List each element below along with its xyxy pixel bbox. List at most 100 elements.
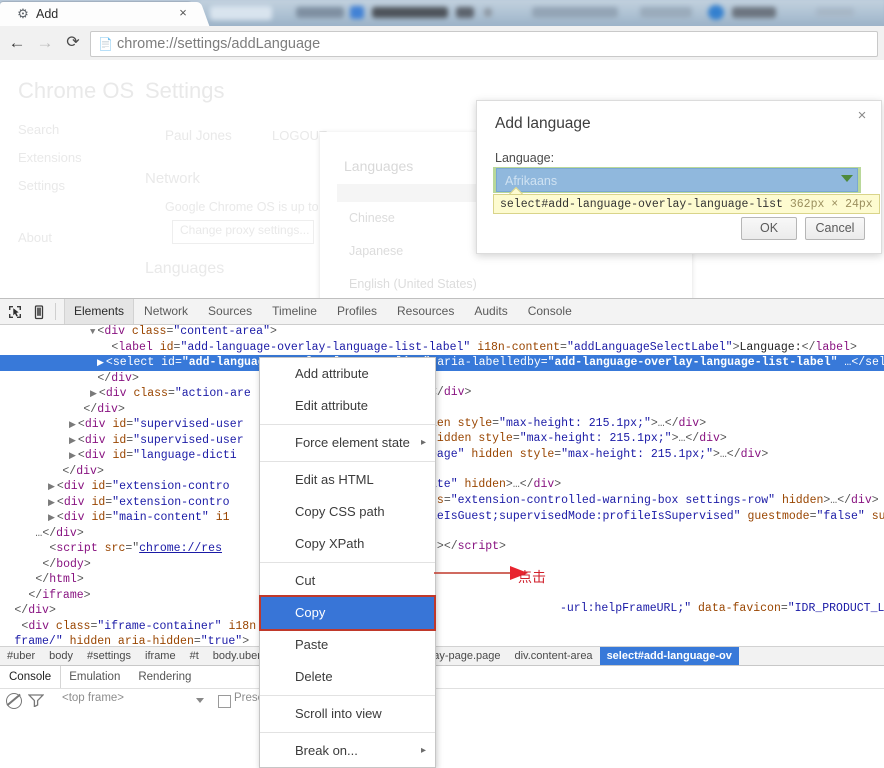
dom-row-fragment[interactable]: ate" hidden>…</div>	[430, 477, 884, 493]
dom-row-fragment[interactable]: page" hidden style="max-height: 215.1px;…	[430, 447, 884, 463]
dom-row-fragment[interactable]: -url:helpFrameURL;" data-favicon="IDR_PR…	[560, 601, 884, 617]
menu-item-force-element-state[interactable]: Force element state ▸	[260, 427, 435, 459]
drawer-tab-emulation[interactable]: Emulation	[60, 666, 129, 688]
dom-row-fragment[interactable]: "></script>	[430, 539, 884, 555]
menu-item-label: Force element state	[295, 435, 410, 450]
menu-item-delete[interactable]: Delete	[260, 661, 435, 693]
back-icon[interactable]: ←	[6, 32, 28, 54]
dom-row[interactable]: frame/" hidden aria-hidden="true">	[0, 634, 884, 646]
clear-console-icon[interactable]	[6, 693, 22, 709]
menu-item-label: Copy CSS path	[295, 504, 385, 519]
disclosure-triangle-icon[interactable]: ▶	[69, 451, 76, 461]
drawer-tab-console[interactable]: Console	[0, 666, 61, 688]
menu-item-paste[interactable]: Paste	[260, 629, 435, 661]
menu-item-edit-as-html[interactable]: Edit as HTML	[260, 464, 435, 496]
device-toolbar-icon[interactable]	[30, 303, 48, 321]
menu-item-label: Cut	[295, 573, 316, 588]
reload-icon[interactable]: ⟳	[62, 32, 84, 54]
close-icon[interactable]: ×	[853, 107, 871, 125]
filter-icon[interactable]	[28, 693, 44, 707]
disclosure-triangle-icon[interactable]: ▼	[90, 327, 95, 337]
dom-row-fragment[interactable]: </div>	[430, 385, 884, 401]
tab-audits[interactable]: Audits	[464, 299, 517, 324]
menu-item-cut[interactable]: Cut	[260, 565, 435, 597]
tab-resources[interactable]: Resources	[387, 299, 464, 324]
devtools-toolbar: Elements Network Sources Timeline Profil…	[0, 299, 884, 325]
breadcrumb-item[interactable]: #settings	[80, 647, 138, 666]
tab-elements[interactable]: Elements	[64, 299, 135, 324]
forward-icon[interactable]: →	[34, 32, 56, 54]
document-icon: 📄	[98, 37, 113, 51]
breadcrumb-item[interactable]: iframe	[138, 647, 183, 666]
dom-row-fragment[interactable]: hidden style="max-height: 215.1px;">…</d…	[430, 431, 884, 447]
chevron-down-icon[interactable]	[196, 698, 204, 703]
language-select-wrapper: Afrikaans	[493, 167, 861, 193]
tab-profiles[interactable]: Profiles	[327, 299, 387, 324]
copy-highlight-box	[434, 595, 436, 629]
ok-button[interactable]: OK	[741, 217, 797, 240]
submenu-arrow-icon: ▸	[420, 745, 426, 756]
tab-console[interactable]: Console	[518, 299, 582, 324]
breadcrumb[interactable]: #uberbody#settingsiframe#tbody.uberverla…	[0, 646, 884, 666]
tooltip-selector: select#add-language-overlay-language-lis…	[500, 198, 783, 211]
breadcrumb-item-selected[interactable]: select#add-language-ov	[599, 647, 739, 666]
tab-sources[interactable]: Sources	[198, 299, 262, 324]
disclosure-triangle-icon[interactable]: ▶	[48, 498, 55, 508]
devtools-drawer: Console Emulation Rendering <top frame> …	[0, 665, 884, 712]
menu-item-label: Break on...	[295, 743, 358, 758]
menu-item-copy-css-path[interactable]: Copy CSS path	[260, 496, 435, 528]
dom-row[interactable]: <label id="add-language-overlay-language…	[0, 340, 884, 356]
dom-row[interactable]: <div class="iframe-container" i18n	[0, 619, 884, 635]
gear-icon: ⚙	[17, 6, 29, 21]
dom-row[interactable]: ▼ <div class="content-area">	[0, 324, 884, 340]
menu-item-break-on[interactable]: Break on... ▸	[260, 735, 435, 767]
inspect-cursor-icon[interactable]	[6, 303, 24, 321]
menu-item-label: Edit as HTML	[295, 472, 374, 487]
tab-timeline[interactable]: Timeline	[262, 299, 327, 324]
dom-row-selected[interactable]: ▶<select id="add-language-overlay-langua…	[0, 355, 884, 371]
menu-separator	[260, 695, 435, 696]
disclosure-triangle-icon[interactable]: ▶	[48, 482, 55, 492]
menu-item-label: Scroll into view	[295, 706, 382, 721]
disclosure-triangle-icon[interactable]: ▶	[69, 436, 76, 446]
menu-item-copy-xpath[interactable]: Copy XPath	[260, 528, 435, 560]
menu-item-scroll-into-view[interactable]: Scroll into view	[260, 698, 435, 730]
tooltip-width: 362px	[789, 198, 825, 211]
menu-item-copy[interactable]: Copy	[260, 597, 435, 629]
disclosure-triangle-icon[interactable]: ▶	[48, 513, 55, 523]
cancel-button[interactable]: Cancel	[805, 217, 865, 240]
menu-item-edit-attribute[interactable]: Edit attribute	[260, 390, 435, 422]
dom-row-fragment[interactable]: len style="max-height: 215.1px;">…</div>	[430, 416, 884, 432]
browser-tab[interactable]: ⚙ Add ×	[0, 2, 196, 26]
dom-row-fragment[interactable]: ss="extension-controlled-warning-box set…	[430, 493, 884, 509]
menu-item-label: Paste	[295, 637, 329, 652]
menu-item-add-attribute[interactable]: Add attribute	[260, 358, 435, 390]
disclosure-triangle-icon[interactable]: ▶	[69, 420, 76, 430]
annotation-label: 点击	[518, 570, 546, 586]
tab-network[interactable]: Network	[134, 299, 198, 324]
disclosure-triangle-icon[interactable]: ▶	[90, 389, 97, 399]
frame-selector[interactable]: <top frame>	[62, 692, 124, 704]
drawer-tab-rendering[interactable]: Rendering	[129, 666, 200, 688]
close-icon[interactable]: ×	[176, 6, 190, 20]
preserve-log-checkbox[interactable]	[218, 695, 231, 708]
dom-row[interactable]: </div>	[0, 371, 884, 387]
disclosure-triangle-icon[interactable]: ▶	[97, 358, 104, 368]
breadcrumb-item[interactable]: #uber	[0, 647, 42, 666]
breadcrumb-item[interactable]: #t	[183, 647, 206, 666]
dom-row-fragment[interactable]: leIsGuest;supervisedMode:profileIsSuperv…	[430, 509, 884, 525]
menu-separator	[260, 562, 435, 563]
dom-context-menu[interactable]: Add attribute Edit attribute Force element…	[259, 357, 436, 768]
address-bar[interactable]: 📄 chrome://settings/addLanguage	[90, 31, 878, 57]
breadcrumb-item[interactable]: div.content-area	[507, 647, 599, 666]
dom-row[interactable]: </div>	[0, 402, 884, 418]
menu-item-label: Edit attribute	[295, 398, 368, 413]
dom-tree[interactable]: ▼ <div class="content-area"> <label id="a…	[0, 324, 884, 646]
ghost-languages-heading: Languages	[145, 260, 225, 277]
language-field-label: Language:	[495, 151, 555, 165]
annotation-arrow	[434, 566, 528, 580]
menu-item-label: Delete	[295, 669, 333, 684]
language-select[interactable]: Afrikaans	[496, 168, 858, 192]
breadcrumb-item[interactable]: body	[42, 647, 80, 666]
tooltip-times-icon: ×	[831, 198, 839, 211]
